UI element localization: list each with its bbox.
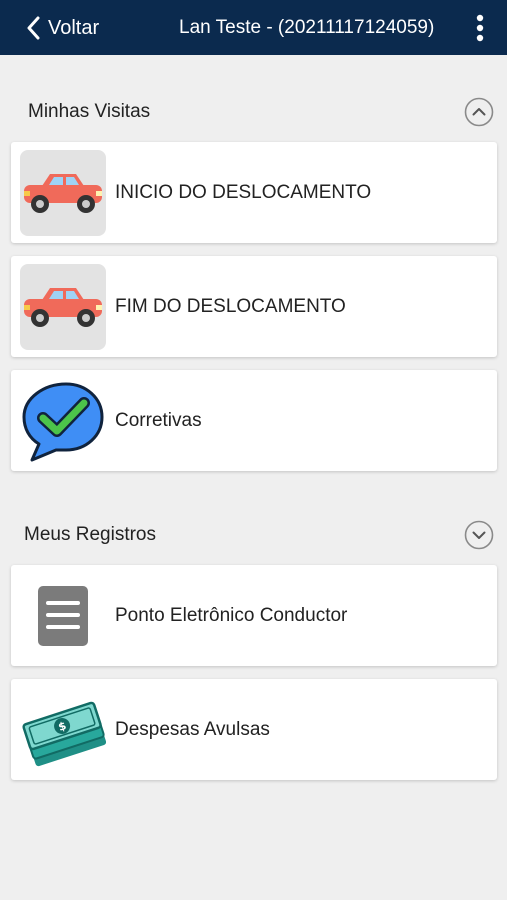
list-item-label: Corretivas <box>115 409 202 431</box>
back-button[interactable]: Voltar <box>26 13 99 43</box>
section-header-records: Meus Registros <box>0 514 507 554</box>
check-chat-bubble-icon <box>20 378 106 464</box>
list-item-label: Ponto Eletrônico Conductor <box>115 604 348 626</box>
document-icon <box>20 573 106 659</box>
expand-records-button[interactable] <box>464 520 494 550</box>
list-item-label: Despesas Avulsas <box>115 718 270 740</box>
list-item-fim-deslocamento[interactable]: FIM DO DESLOCAMENTO <box>11 256 497 357</box>
list-item-despesas-avulsas[interactable]: $ Despesas Avulsas <box>11 679 497 780</box>
chevron-left-icon <box>26 16 40 40</box>
section-title-visits: Minhas Visitas <box>28 101 151 122</box>
list-item-inicio-deslocamento[interactable]: INICIO DO DESLOCAMENTO <box>11 142 497 243</box>
section-header-visits: Minhas Visitas <box>0 92 507 132</box>
chevron-up-circle-icon <box>464 97 494 131</box>
list-item-corretivas[interactable]: Corretivas <box>11 370 497 471</box>
page-title: Lan Teste - (20211117124059) <box>179 17 435 38</box>
car-icon <box>20 150 106 236</box>
money-icon: $ <box>20 687 107 773</box>
top-app-bar: Voltar Lan Teste - (20211117124059) <box>0 0 507 55</box>
car-icon <box>20 264 106 350</box>
section-title-records: Meus Registros <box>24 524 156 545</box>
list-item-ponto-eletronico[interactable]: Ponto Eletrônico Conductor <box>11 565 497 666</box>
chevron-down-circle-icon <box>464 520 494 554</box>
vertical-dots-icon <box>470 14 490 46</box>
collapse-visits-button[interactable] <box>464 97 494 127</box>
list-item-label: FIM DO DESLOCAMENTO <box>115 295 346 317</box>
back-label: Voltar <box>48 16 100 39</box>
list-item-label: INICIO DO DESLOCAMENTO <box>115 181 372 203</box>
overflow-menu-button[interactable] <box>470 14 490 42</box>
